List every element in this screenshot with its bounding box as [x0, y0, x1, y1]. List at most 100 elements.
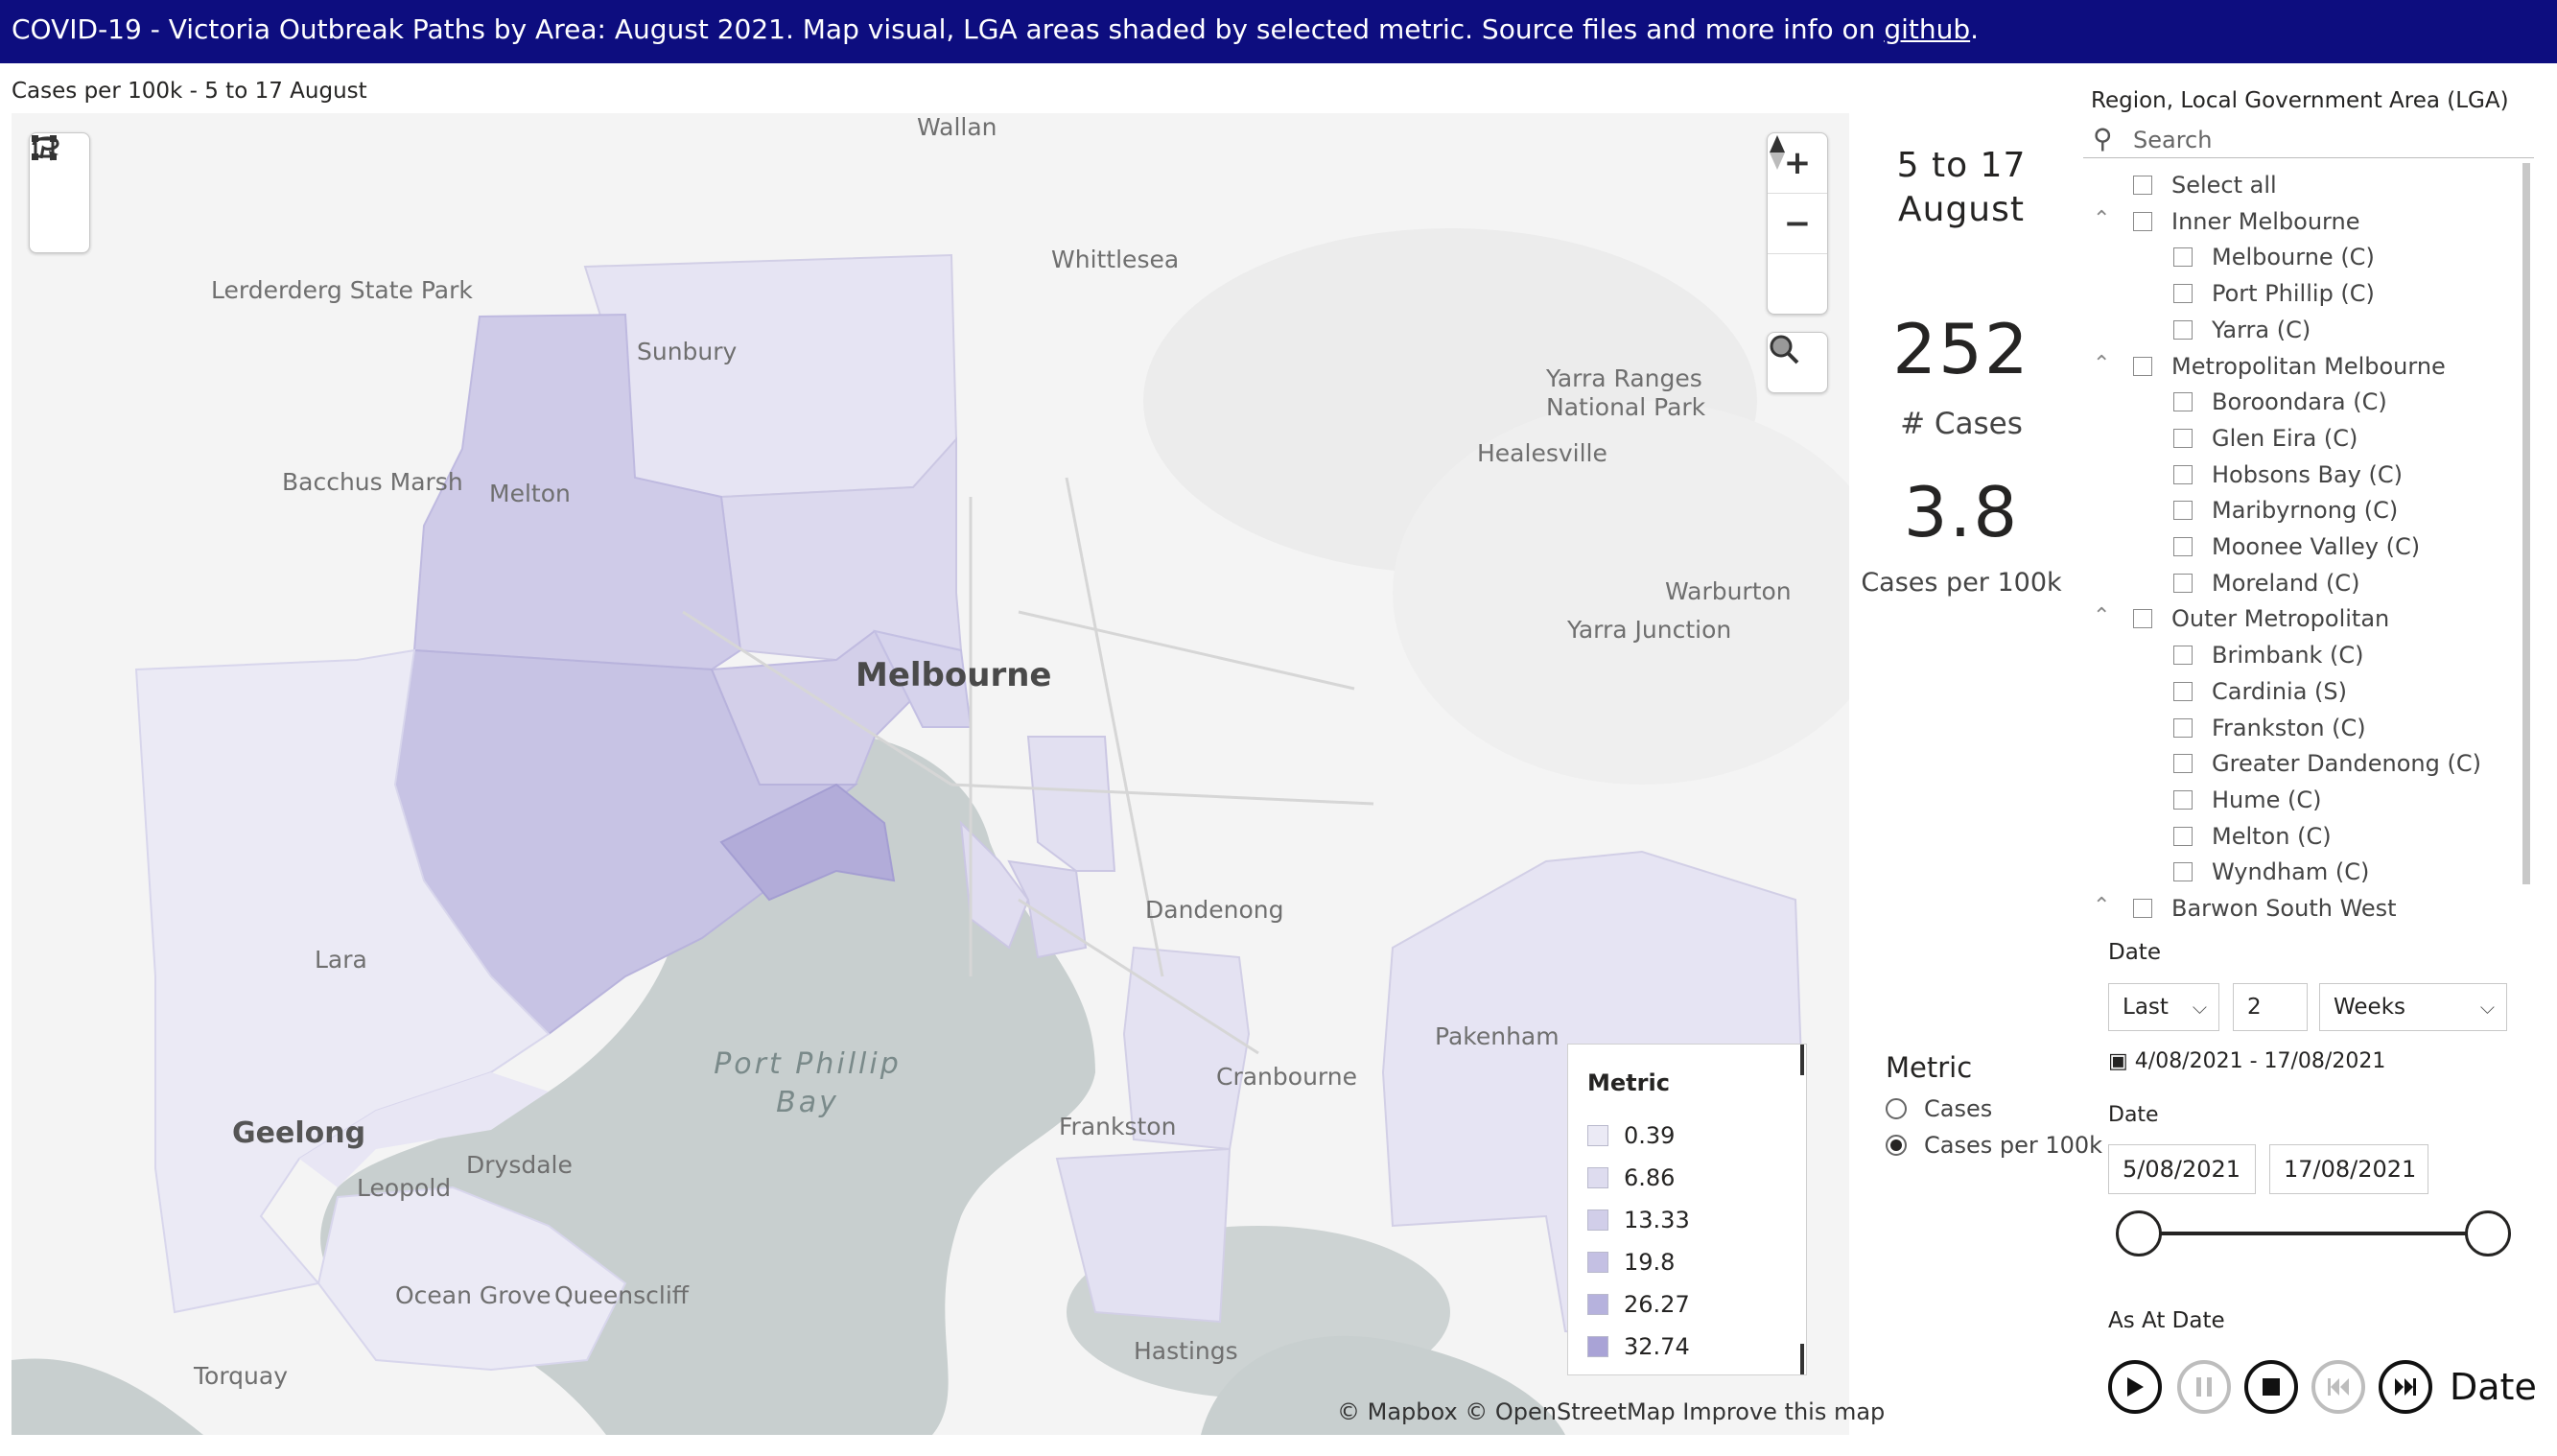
legend-scroll-bottom[interactable]: [1800, 1344, 1804, 1374]
legend-title: Metric: [1587, 1069, 1670, 1096]
legend-label: 0.39: [1624, 1122, 1676, 1149]
search-map-button[interactable]: [1768, 333, 1827, 392]
checkbox[interactable]: [2173, 537, 2193, 556]
tree-group[interactable]: Inner Melbourne: [2133, 205, 2359, 238]
tree-item[interactable]: Frankston (C): [2173, 712, 2366, 744]
checkbox[interactable]: [2173, 319, 2193, 340]
radio-button[interactable]: [1886, 1135, 1907, 1156]
tree-item[interactable]: Greater Dandenong (C): [2173, 747, 2481, 780]
rect-select-icon: [32, 135, 57, 160]
place-label: Leopold: [357, 1174, 452, 1202]
slicer-search[interactable]: ⚲ Search: [2083, 123, 2534, 158]
zoom-out-button[interactable]: −: [1768, 193, 1827, 253]
tree-item[interactable]: Port Phillip (C): [2173, 277, 2375, 310]
chevron-up-icon[interactable]: ⌃: [2093, 894, 2110, 918]
tree-group[interactable]: Barwon South West: [2133, 892, 2397, 921]
select-all-option[interactable]: Select all: [2133, 169, 2277, 201]
place-label: Melton: [489, 480, 571, 507]
search-input[interactable]: Search: [2133, 127, 2212, 153]
checkbox[interactable]: [2133, 176, 2152, 195]
legend-swatch: [1587, 1125, 1608, 1146]
tree-item[interactable]: Melbourne (C): [2173, 241, 2375, 273]
map-attribution[interactable]: © Mapbox © OpenStreetMap Improve this ma…: [1337, 1398, 1885, 1425]
checkbox[interactable]: [2173, 826, 2193, 846]
date-mode-dropdown[interactable]: Last ⌵: [2108, 983, 2219, 1031]
chevron-up-icon[interactable]: ⌃: [2093, 207, 2110, 231]
stop-button[interactable]: [2244, 1360, 2298, 1414]
place-label: Healesville: [1477, 439, 1607, 467]
checkbox[interactable]: [2173, 247, 2193, 268]
date-field-label: Date: [2450, 1366, 2537, 1408]
chevron-up-icon[interactable]: ⌃: [2093, 352, 2110, 376]
date-count-input[interactable]: 2: [2233, 983, 2308, 1031]
date-slider-end-handle[interactable]: [2465, 1210, 2511, 1256]
tree-item[interactable]: Moreland (C): [2173, 567, 2359, 599]
legend-item: 13.33: [1587, 1206, 1690, 1234]
checkbox[interactable]: [2173, 862, 2193, 882]
cases-per-100k-label: Cases per 100k: [1861, 568, 2062, 598]
checkbox[interactable]: [2133, 609, 2152, 629]
checkbox[interactable]: [2173, 501, 2193, 521]
tree-item-label: Moonee Valley (C): [2212, 533, 2421, 560]
checkbox[interactable]: [2133, 356, 2152, 376]
tree-group[interactable]: Metropolitan Melbourne: [2133, 350, 2446, 383]
end-date-input[interactable]: 17/08/2021: [2269, 1144, 2428, 1194]
checkbox[interactable]: [2173, 428, 2193, 448]
previous-button[interactable]: [2311, 1360, 2365, 1414]
tree-item-label: Hobsons Bay (C): [2212, 460, 2403, 488]
next-button[interactable]: [2379, 1360, 2432, 1414]
rect-select-button[interactable]: [30, 135, 89, 252]
pause-button[interactable]: [2177, 1360, 2231, 1414]
tree-group[interactable]: Outer Metropolitan: [2133, 602, 2389, 635]
place-label: Yarra Junction: [1567, 616, 1732, 644]
metric-option-label: Cases: [1924, 1095, 1993, 1122]
tree-item[interactable]: Maribyrnong (C): [2173, 494, 2398, 527]
checkbox[interactable]: [2133, 899, 2152, 918]
tree-item[interactable]: Hobsons Bay (C): [2173, 458, 2403, 491]
tree-item[interactable]: Wyndham (C): [2173, 856, 2369, 888]
tree-item[interactable]: Yarra (C): [2173, 314, 2311, 346]
search-icon: ⚲: [2093, 123, 2113, 154]
checkbox[interactable]: [2173, 754, 2193, 774]
date-filter-title: Date: [2108, 940, 2161, 965]
tree-item[interactable]: Brimbank (C): [2173, 639, 2364, 671]
legend-scroll-top[interactable]: [1800, 1045, 1804, 1075]
checkbox[interactable]: [2173, 717, 2193, 738]
tree-item[interactable]: Moonee Valley (C): [2173, 530, 2420, 563]
play-button[interactable]: [2108, 1360, 2162, 1414]
map-title: Cases per 100k - 5 to 17 August: [12, 79, 367, 104]
lga-macedon-ranges: [583, 253, 958, 499]
legend-label: 32.74: [1624, 1333, 1690, 1360]
tree-item-label: Glen Eira (C): [2212, 424, 2358, 452]
checkbox[interactable]: [2173, 789, 2193, 810]
date-slider-start-handle[interactable]: [2116, 1210, 2162, 1256]
checkbox[interactable]: [2173, 284, 2193, 304]
tree-item[interactable]: Hume (C): [2173, 784, 2322, 816]
slicer-scrollbar[interactable]: [2522, 163, 2530, 884]
checkbox[interactable]: [2173, 464, 2193, 484]
start-date-input[interactable]: 5/08/2021: [2108, 1144, 2256, 1194]
tree-item[interactable]: Boroondara (C): [2173, 386, 2387, 418]
checkbox[interactable]: [2173, 573, 2193, 593]
chevron-up-icon[interactable]: ⌃: [2093, 604, 2110, 628]
metric-option[interactable]: Cases per 100k: [1886, 1130, 2102, 1161]
date-unit-dropdown[interactable]: Weeks ⌵: [2319, 983, 2507, 1031]
checkbox[interactable]: [2173, 646, 2193, 666]
checkbox[interactable]: [2173, 392, 2193, 412]
pause-icon: [2196, 1377, 2212, 1397]
github-link[interactable]: github: [1884, 13, 1970, 45]
checkbox[interactable]: [2173, 681, 2193, 701]
geolocate-control: [1767, 332, 1828, 393]
metric-option[interactable]: Cases: [1886, 1093, 1992, 1124]
date-slider-track[interactable]: [2139, 1232, 2488, 1235]
tree-item[interactable]: Glen Eira (C): [2173, 422, 2358, 455]
place-label: Lerderderg State Park: [211, 276, 473, 304]
compass-button[interactable]: [1768, 135, 1827, 314]
checkbox[interactable]: [2133, 211, 2152, 231]
radio-button[interactable]: [1886, 1098, 1907, 1119]
tree-item-label: Cardinia (S): [2212, 677, 2347, 705]
tree-item[interactable]: Melton (C): [2173, 820, 2332, 853]
tree-item[interactable]: Cardinia (S): [2173, 675, 2347, 708]
stop-icon: [2263, 1378, 2280, 1396]
tree-item-label: Inner Melbourne: [2171, 207, 2360, 235]
